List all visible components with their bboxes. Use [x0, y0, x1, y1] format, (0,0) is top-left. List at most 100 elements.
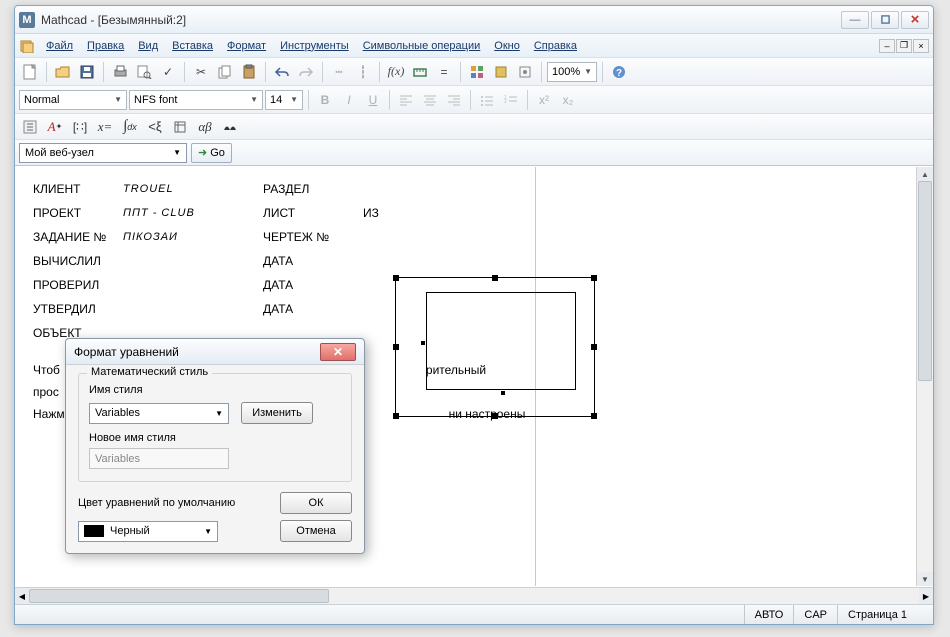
resize-handle[interactable]: [393, 413, 399, 419]
vertical-scrollbar[interactable]: ▲ ▼: [916, 167, 933, 586]
spell-icon[interactable]: ✓: [157, 61, 179, 83]
style-combo[interactable]: Normal▼: [19, 90, 127, 110]
font-combo[interactable]: NFS font▼: [129, 90, 263, 110]
new-style-input[interactable]: [89, 448, 229, 469]
calc-palette-icon[interactable]: [19, 116, 41, 138]
resize-handle[interactable]: [492, 275, 498, 281]
copy-icon[interactable]: [214, 61, 236, 83]
mdi-icon[interactable]: [19, 38, 35, 54]
format-toolbar: Normal▼ NFS font▼ 14▼ B I U 12 x² x₂: [15, 86, 933, 114]
undo-icon[interactable]: [271, 61, 293, 83]
style-combo[interactable]: Variables▼: [89, 403, 229, 424]
mdi-restore[interactable]: ❐: [896, 39, 912, 53]
menu-view[interactable]: Вид: [131, 38, 165, 54]
resize-handle[interactable]: [591, 413, 597, 419]
go-button[interactable]: ➜Go: [191, 143, 232, 163]
scroll-left-button[interactable]: ◀: [15, 588, 29, 604]
open-icon[interactable]: [52, 61, 74, 83]
color-combo[interactable]: Черный▼: [78, 521, 218, 542]
unit-icon[interactable]: [409, 61, 431, 83]
calc2-palette-icon[interactable]: ∫dx: [119, 116, 141, 138]
ok-button[interactable]: ОК: [280, 492, 352, 514]
menu-symbolic[interactable]: Символьные операции: [356, 38, 488, 54]
save-icon[interactable]: [76, 61, 98, 83]
menu-edit[interactable]: Правка: [80, 38, 131, 54]
menu-insert[interactable]: Вставка: [165, 38, 220, 54]
menu-help[interactable]: Справка: [527, 38, 584, 54]
fontsize-combo[interactable]: 14▼: [265, 90, 303, 110]
align-left-icon[interactable]: [395, 89, 417, 111]
print-preview-icon[interactable]: [133, 61, 155, 83]
sup-icon[interactable]: x²: [533, 89, 555, 111]
equation-format-dialog: Формат уравнений ✕ Математический стиль …: [65, 338, 365, 554]
align-right-icon[interactable]: [443, 89, 465, 111]
math-toolbar: A✦ [∷] x= ∫dx <ξ αβ: [15, 114, 933, 140]
selected-region[interactable]: [395, 277, 595, 417]
field-value: ПІКОЗАИ: [123, 231, 253, 243]
menu-format[interactable]: Формат: [220, 38, 273, 54]
menu-tools[interactable]: Инструменты: [273, 38, 356, 54]
minimize-button[interactable]: —: [841, 11, 869, 29]
resize-handle[interactable]: [591, 275, 597, 281]
align-icon[interactable]: ┅: [328, 61, 350, 83]
change-button[interactable]: Изменить: [241, 402, 313, 424]
greek-palette-icon[interactable]: αβ: [194, 116, 216, 138]
bold-icon[interactable]: B: [314, 89, 336, 111]
component-icon[interactable]: [466, 61, 488, 83]
graph-palette-icon[interactable]: A✦: [44, 116, 66, 138]
horizontal-scrollbar[interactable]: ◀ ▶: [15, 587, 933, 604]
align-center-icon[interactable]: [419, 89, 441, 111]
paste-icon[interactable]: [238, 61, 260, 83]
fx-icon[interactable]: f(x): [385, 61, 407, 83]
zoom-combo[interactable]: 100%▼: [547, 62, 597, 82]
matrix-palette-icon[interactable]: [∷]: [69, 116, 91, 138]
new-icon[interactable]: [19, 61, 41, 83]
color-swatch: [84, 525, 104, 537]
italic-icon[interactable]: I: [338, 89, 360, 111]
scroll-right-button[interactable]: ▶: [919, 588, 933, 604]
dialog-title: Формат уравнений: [74, 345, 179, 359]
help-icon[interactable]: ?: [608, 61, 630, 83]
redo-icon[interactable]: [295, 61, 317, 83]
resize-handle[interactable]: [492, 413, 498, 419]
menu-file[interactable]: Файл: [39, 38, 80, 54]
plot-placeholder[interactable]: [426, 292, 576, 390]
prog-palette-icon[interactable]: [169, 116, 191, 138]
numbering-icon[interactable]: 12: [500, 89, 522, 111]
field-label: ИЗ: [363, 206, 379, 220]
close-button[interactable]: ×: [901, 11, 929, 29]
web-address-combo[interactable]: Мой веб-узел▼: [19, 143, 187, 163]
scroll-thumb[interactable]: [29, 589, 329, 603]
resize-handle[interactable]: [393, 275, 399, 281]
component2-icon[interactable]: [490, 61, 512, 83]
field-label: ЧЕРТЕЖ №: [263, 230, 343, 244]
symbolic-palette-icon[interactable]: [219, 116, 241, 138]
print-icon[interactable]: [109, 61, 131, 83]
resize-handle[interactable]: [591, 344, 597, 350]
menu-window[interactable]: Окно: [487, 38, 527, 54]
cut-icon[interactable]: ✂: [190, 61, 212, 83]
field-label: ДАТА: [263, 278, 343, 292]
mdi-close[interactable]: ×: [913, 39, 929, 53]
maximize-button[interactable]: [871, 11, 899, 29]
group-title: Математический стиль: [87, 366, 212, 378]
calc-icon[interactable]: =: [433, 61, 455, 83]
bullets-icon[interactable]: [476, 89, 498, 111]
svg-text:2: 2: [504, 99, 507, 105]
bool-palette-icon[interactable]: <ξ: [144, 116, 166, 138]
dialog-close-button[interactable]: ✕: [320, 343, 356, 361]
scroll-up-button[interactable]: ▲: [917, 167, 933, 181]
eval-palette-icon[interactable]: x=: [94, 116, 116, 138]
scroll-thumb[interactable]: [918, 181, 932, 381]
resize-handle[interactable]: [393, 344, 399, 350]
scroll-down-button[interactable]: ▼: [917, 572, 933, 586]
underline-icon[interactable]: U: [362, 89, 384, 111]
status-cap: CAP: [793, 605, 837, 624]
cancel-button[interactable]: Отмена: [280, 520, 352, 542]
align2-icon[interactable]: ┇: [352, 61, 374, 83]
mdi-minimize[interactable]: –: [879, 39, 895, 53]
component3-icon[interactable]: [514, 61, 536, 83]
dialog-titlebar[interactable]: Формат уравнений ✕: [66, 339, 364, 365]
sub-icon[interactable]: x₂: [557, 89, 579, 111]
color-label: Цвет уравнений по умолчанию: [78, 497, 235, 509]
